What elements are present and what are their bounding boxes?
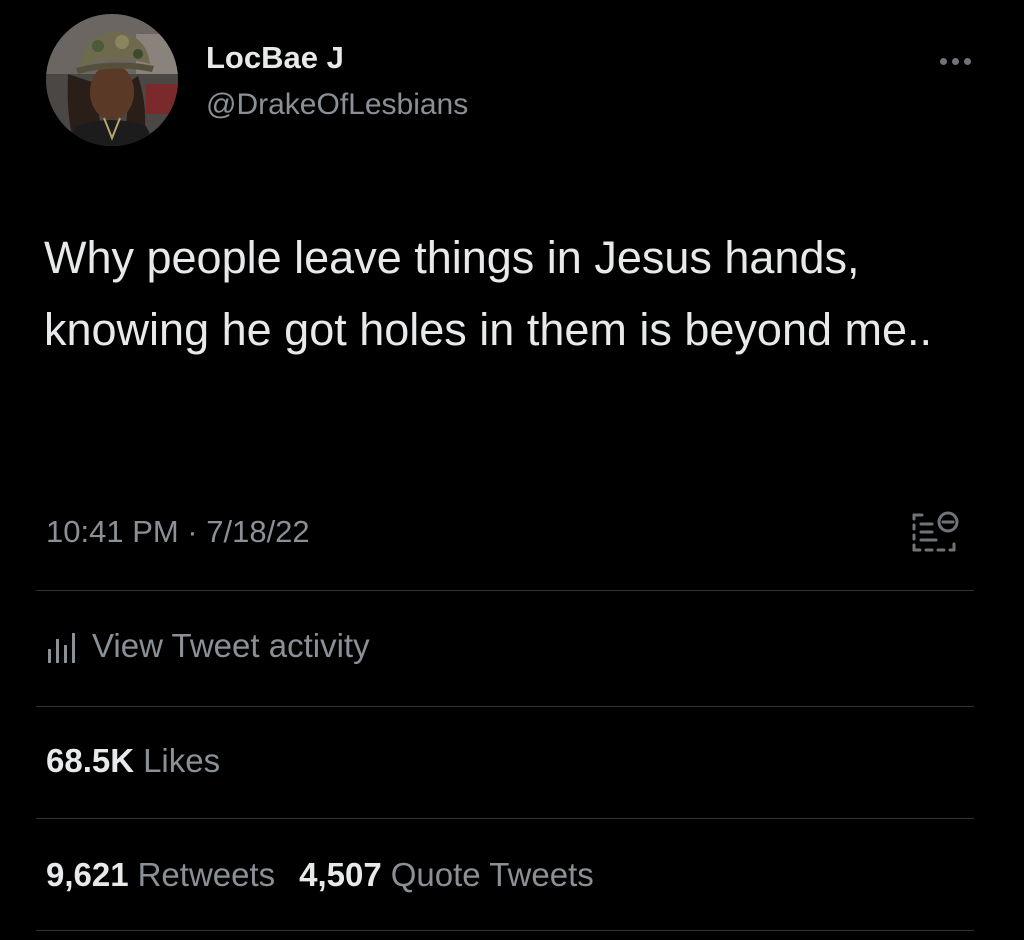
divider: [36, 706, 974, 707]
more-horizontal-icon: [963, 57, 971, 65]
more-options-button[interactable]: [928, 48, 982, 74]
more-horizontal-icon: [951, 57, 959, 65]
view-tweet-activity-label: View Tweet activity: [92, 627, 370, 664]
avatar[interactable]: [46, 14, 178, 146]
more-horizontal-icon: [939, 57, 947, 65]
divider: [36, 818, 974, 819]
retweets-count: 9,621: [46, 856, 129, 893]
retweets-row: 9,621 Retweets 4,507 Quote Tweets: [46, 856, 618, 894]
user-handle[interactable]: @DrakeOfLesbians: [206, 88, 468, 122]
tweet-source-button[interactable]: [908, 506, 962, 556]
divider: [36, 590, 974, 591]
likes-count: 68.5K: [46, 742, 135, 779]
quote-tweets-label: Quote Tweets: [390, 856, 594, 893]
quote-tweets-stat[interactable]: 4,507 Quote Tweets: [299, 856, 594, 894]
divider: [36, 930, 974, 931]
view-tweet-activity-link[interactable]: View Tweet activity: [46, 624, 370, 668]
retweets-label: Retweets: [137, 856, 276, 893]
quote-tweets-count: 4,507: [299, 856, 382, 893]
likes-stat[interactable]: 68.5K Likes: [46, 742, 220, 780]
display-name[interactable]: LocBae J: [206, 40, 344, 76]
likes-label: Likes: [143, 742, 221, 779]
retweets-stat[interactable]: 9,621 Retweets: [46, 856, 275, 894]
tweet-source-icon: [912, 511, 959, 552]
bar-chart-icon: [48, 633, 75, 663]
tweet-text: Why people leave things in Jesus hands, …: [44, 232, 933, 355]
avatar-image: [46, 14, 178, 146]
tweet-timestamp[interactable]: 10:41 PM · 7/18/22: [46, 514, 310, 550]
likes-row: 68.5K Likes: [46, 742, 244, 780]
